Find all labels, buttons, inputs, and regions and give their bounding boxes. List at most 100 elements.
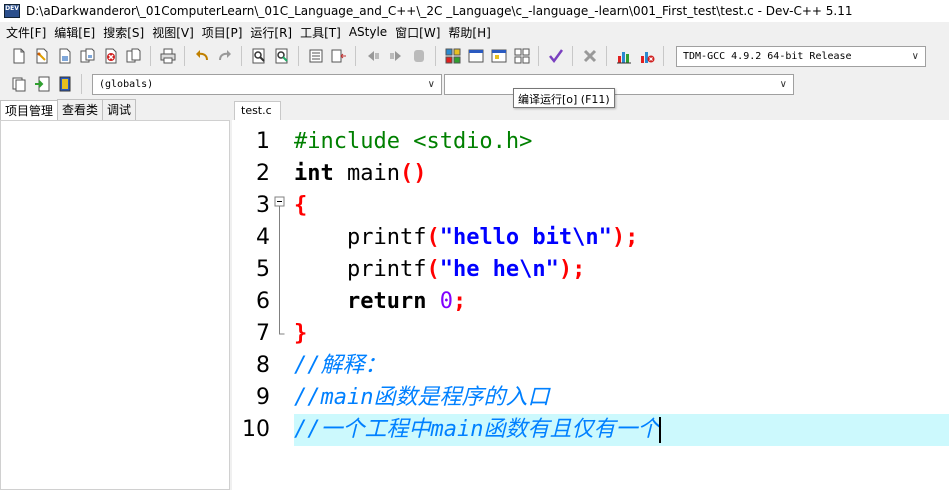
compile-button[interactable]: [442, 46, 463, 67]
save-button[interactable]: [54, 46, 75, 67]
globals-select[interactable]: (globals) ∨: [92, 73, 442, 95]
code-text: int main(): [294, 161, 427, 186]
toolbar-separator: [355, 46, 356, 66]
text-caret: [659, 417, 662, 443]
line-number: 5: [256, 257, 270, 282]
title-bar: DEV D:\aDarkwanderor\_01ComputerLearn\_0…: [0, 0, 949, 22]
line-number: 2: [256, 161, 270, 186]
code-line: 9 //main函数是程序的入口: [232, 382, 949, 414]
goto-declaration-button[interactable]: [31, 74, 52, 95]
compile-run-button[interactable]: [488, 46, 509, 67]
undo-button[interactable]: [191, 46, 212, 67]
code-line: 2 int main(): [232, 158, 949, 190]
profile-chart-button[interactable]: [613, 46, 634, 67]
toolbar-separator: [298, 46, 299, 66]
menu-edit[interactable]: 编辑[E]: [52, 24, 101, 41]
code-comment: //一个工程中main函数有且仅有一个: [294, 417, 662, 443]
window-title: D:\aDarkwanderor\_01ComputerLearn\_01C_L…: [26, 4, 853, 18]
compiler-select-value: TDM-GCC 4.9.2 64-bit Release: [683, 50, 852, 62]
delete-profile-button[interactable]: [636, 46, 657, 67]
code-line: 1 #include <stdio.h>: [232, 126, 949, 158]
toolbar-separator: [538, 46, 539, 66]
save-all-button[interactable]: [77, 46, 98, 67]
open-file-button[interactable]: [31, 46, 52, 67]
code-text: #include <stdio.h>: [294, 129, 533, 154]
menu-bar: 文件[F] 编辑[E] 搜索[S] 视图[V] 项目[P] 运行[R] 工具[T…: [0, 22, 949, 42]
chevron-down-icon: ∨: [779, 78, 787, 90]
menu-project[interactable]: 项目[P]: [200, 24, 249, 41]
menu-astyle[interactable]: AStyle: [347, 25, 393, 39]
goto-definition-button[interactable]: [54, 74, 75, 95]
tab-debug[interactable]: 调试: [102, 99, 137, 120]
toolbar-separator: [606, 46, 607, 66]
globals-select-value: (globals): [99, 78, 154, 90]
menu-tools[interactable]: 工具[T]: [298, 24, 347, 41]
code-comment: //main函数是程序的入口: [294, 385, 550, 410]
compile-run-tooltip: 编译运行[o] (F11): [513, 88, 615, 108]
code-line: 4 printf("hello bit\n");: [232, 222, 949, 254]
menu-window[interactable]: 窗口[W]: [393, 24, 446, 41]
compiler-select[interactable]: TDM-GCC 4.9.2 64-bit Release ∨: [676, 45, 926, 67]
code-line: 8 //解释：: [232, 350, 949, 382]
goto-next-button[interactable]: [385, 46, 406, 67]
stop-execution-button[interactable]: [579, 46, 600, 67]
menu-search[interactable]: 搜索[S]: [101, 24, 150, 41]
insert-code-button[interactable]: [8, 74, 29, 95]
project-tree-pane[interactable]: [0, 120, 230, 490]
line-number: 8: [256, 353, 270, 378]
line-number: 4: [256, 225, 270, 250]
goto-prev-button[interactable]: [362, 46, 383, 67]
toolbar-separator: [184, 46, 185, 66]
menu-run[interactable]: 运行[R]: [248, 24, 298, 41]
members-select[interactable]: ∨: [444, 73, 794, 95]
code-editor[interactable]: 1 #include <stdio.h> 2 int main() 3 { 4 …: [232, 120, 949, 490]
line-number: 6: [256, 289, 270, 314]
left-panel: 项目管理 查看类 调试: [0, 99, 232, 490]
menu-view[interactable]: 视图[V]: [150, 24, 200, 41]
editor-area: test.c 1 #include <stdio.h> 2 int main()…: [232, 100, 949, 490]
find-button[interactable]: [248, 46, 269, 67]
redo-button[interactable]: [214, 46, 235, 67]
menu-file[interactable]: 文件[F]: [4, 24, 52, 41]
devcpp-app-icon: DEV: [4, 4, 20, 18]
code-text: printf("hello bit\n");: [294, 225, 639, 250]
toggle-bookmark-button[interactable]: [408, 46, 429, 67]
left-panel-tabs: 项目管理 查看类 调试: [0, 99, 232, 120]
toolbar-separator: [241, 46, 242, 66]
class-toolbar: (globals) ∨ ∨: [0, 70, 949, 98]
code-text: printf("he he\n");: [294, 257, 586, 282]
replace-button[interactable]: [271, 46, 292, 67]
code-line: 7 }: [232, 318, 949, 350]
toolbar-separator: [572, 46, 573, 66]
tab-test-c[interactable]: test.c: [234, 101, 281, 120]
tab-project-manager[interactable]: 项目管理: [0, 100, 59, 120]
chevron-down-icon: ∨: [911, 50, 919, 62]
run-button[interactable]: [465, 46, 486, 67]
toolbar-separator: [663, 46, 664, 66]
code-line: 6 return 0;: [232, 286, 949, 318]
print-button[interactable]: [157, 46, 178, 67]
rebuild-all-button[interactable]: [511, 46, 532, 67]
line-number: 10: [242, 417, 270, 442]
code-text: return 0;: [346, 289, 467, 314]
line-number: 9: [256, 385, 270, 410]
code-text: }: [294, 321, 308, 346]
close-file-button[interactable]: [100, 46, 121, 67]
code-line: 5 printf("he he\n");: [232, 254, 949, 286]
line-number: 3: [256, 193, 270, 218]
code-line: 3 {: [232, 190, 949, 222]
indent-button[interactable]: [305, 46, 326, 67]
active-code-line: 10 //一个工程中main函数有且仅有一个: [232, 414, 949, 446]
menu-help[interactable]: 帮助[H]: [446, 24, 496, 41]
unindent-button[interactable]: [328, 46, 349, 67]
chevron-down-icon: ∨: [427, 78, 435, 90]
code-comment: //解释：: [294, 353, 387, 378]
tab-class-browser[interactable]: 查看类: [57, 99, 104, 120]
main-toolbar: TDM-GCC 4.9.2 64-bit Release ∨: [0, 42, 949, 70]
code-text: {: [294, 193, 308, 218]
close-all-button[interactable]: [123, 46, 144, 67]
syntax-check-icon[interactable]: [545, 46, 566, 67]
new-file-button[interactable]: [8, 46, 29, 67]
line-number: 7: [256, 321, 270, 346]
toolbar-separator: [81, 74, 82, 94]
